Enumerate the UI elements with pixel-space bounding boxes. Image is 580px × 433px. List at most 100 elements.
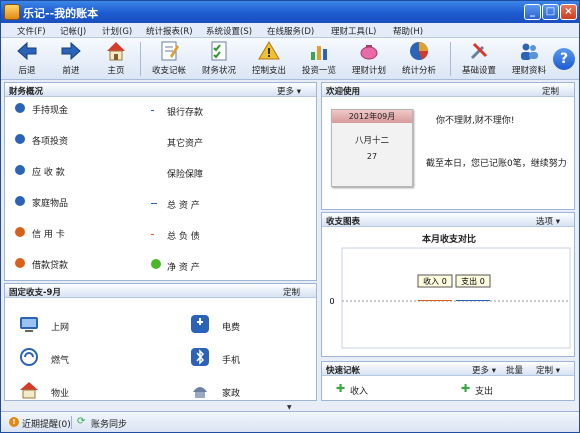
- sync-link[interactable]: 账务同步: [91, 417, 127, 430]
- checklist-icon: [211, 41, 227, 61]
- legend-income: 收入 0: [417, 274, 453, 288]
- bar-expense: [456, 300, 490, 301]
- finance-panel: 财务概况 更多 ▾ 手持现金 各项投资 应 收 款 家庭物品 信 用 卡 借款贷…: [4, 82, 317, 281]
- chart-options-link[interactable]: 选项 ▾: [536, 215, 560, 227]
- menu-tools[interactable]: 理财工具(L): [331, 25, 376, 37]
- menu-settings[interactable]: 系统设置(S): [206, 25, 252, 37]
- help-button[interactable]: ?: [553, 40, 577, 78]
- fixed-item-housekeeping[interactable]: 家政: [222, 386, 240, 399]
- menu-record[interactable]: 记帐(J): [60, 25, 86, 37]
- cash-icon: [15, 103, 25, 113]
- quick-income-button[interactable]: 收入: [350, 384, 368, 397]
- app-window: 乐记--我的账本 _ □ × 文件(F) 记帐(J) 计划(G) 统计报表(R)…: [0, 0, 580, 433]
- back-button[interactable]: 后退: [9, 40, 45, 78]
- legend-income-text: 收入 0: [423, 276, 447, 286]
- fixed-panel: 固定收支-9月 定制 上网 电费 燃气 手机 物业 家政: [4, 283, 317, 401]
- toolbar-separator: [450, 42, 451, 76]
- fixed-custom-link[interactable]: 定制: [283, 286, 300, 298]
- tools-icon: [470, 42, 488, 60]
- net-assets-icon: [151, 259, 161, 269]
- menu-plan[interactable]: 计划(G): [102, 25, 132, 37]
- credit-card-icon: [15, 227, 25, 237]
- investment-label[interactable]: 各项投资: [32, 134, 68, 147]
- menu-online[interactable]: 在线服务(D): [267, 25, 314, 37]
- income-plus-icon: ✚: [336, 382, 346, 395]
- quick-panel-title: 快速记帐: [326, 366, 361, 376]
- plan-button[interactable]: 理财计划: [347, 40, 391, 78]
- status-separator: [71, 416, 72, 429]
- resources-button[interactable]: 理财资料: [507, 40, 551, 78]
- arrow-right-icon: [61, 41, 81, 61]
- control-button[interactable]: 控制支出: [247, 40, 291, 78]
- bank-bar: [151, 110, 154, 111]
- total-debt-label: 总 负 债: [167, 232, 200, 242]
- legend-expense-text: 支出 0: [461, 276, 485, 286]
- close-button[interactable]: ×: [560, 4, 577, 20]
- sync-icon: ⟳: [77, 416, 86, 427]
- fixed-item-gas[interactable]: 燃气: [51, 353, 69, 366]
- loan-icon: [15, 258, 25, 268]
- quick-custom-link[interactable]: 定制 ▾: [536, 364, 560, 376]
- bar-income: [418, 300, 452, 301]
- finance-status-button[interactable]: 财务状况: [197, 40, 241, 78]
- toolbar-separator: [140, 42, 141, 76]
- menu-file[interactable]: 文件(F): [17, 25, 46, 37]
- housekeeping-icon: [193, 387, 207, 398]
- credit-card-label[interactable]: 信 用 卡: [32, 227, 65, 240]
- quick-batch-link[interactable]: 批量: [506, 364, 523, 376]
- menu-reports[interactable]: 统计报表(R): [146, 25, 193, 37]
- home-icon: [107, 42, 125, 61]
- calendar-lunar-date: 八月十二: [354, 136, 389, 146]
- forward-button[interactable]: 前进: [53, 40, 89, 78]
- receivable-icon: [15, 165, 25, 175]
- fixed-item-electric[interactable]: 电费: [222, 320, 240, 333]
- household-icon: [15, 196, 25, 206]
- quick-more-link[interactable]: 更多 ▾: [472, 364, 496, 376]
- window-title: 乐记--我的账本: [23, 7, 99, 20]
- household-label[interactable]: 家庭物品: [32, 196, 68, 209]
- income-expense-chart: 0 收入 0 支出 0: [329, 247, 571, 349]
- bank-label[interactable]: 银行存款: [167, 105, 203, 118]
- settings-button[interactable]: 基础设置: [457, 40, 501, 78]
- calendar-day: 27: [366, 152, 378, 161]
- fixed-panel-header: 固定收支-9月 定制: [5, 284, 316, 298]
- quick-panel-header: 快速记帐 更多 ▾ 批量 定制 ▾: [322, 362, 574, 376]
- y-tick-label: 0: [329, 297, 334, 306]
- minimize-button[interactable]: _: [524, 4, 541, 20]
- record-button[interactable]: 收支记帐: [147, 40, 191, 78]
- investment-icon: [15, 134, 25, 144]
- welcome-slogan: 你不理财,财不理你!: [436, 116, 515, 126]
- home-button[interactable]: 主页: [99, 40, 133, 78]
- finance-more-link[interactable]: 更多 ▾: [277, 85, 301, 97]
- piggy-bank-icon: [360, 45, 378, 60]
- welcome-custom-link[interactable]: 定制: [542, 85, 559, 97]
- loan-label[interactable]: 借款贷款: [32, 258, 68, 271]
- gas-icon: [20, 348, 38, 366]
- insurance-label[interactable]: 保险保障: [167, 167, 203, 180]
- fixed-item-internet[interactable]: 上网: [51, 320, 69, 333]
- collapse-arrow-icon[interactable]: ▼: [287, 404, 292, 411]
- receivable-label[interactable]: 应 收 款: [32, 165, 65, 178]
- fixed-item-phone[interactable]: 手机: [222, 353, 240, 366]
- menu-help[interactable]: 帮助(H): [393, 25, 423, 37]
- expense-plus-icon: ✚: [461, 382, 471, 395]
- maximize-button[interactable]: □: [542, 4, 559, 20]
- quick-expense-button[interactable]: 支出: [475, 384, 493, 397]
- analysis-button[interactable]: 统计分析: [397, 40, 441, 78]
- finance-panel-title: 财务概况: [9, 87, 44, 97]
- welcome-panel-header: 欢迎使用 定制: [322, 83, 574, 97]
- cash-label[interactable]: 手持现金: [32, 103, 68, 116]
- welcome-panel: 欢迎使用 定制 2012年09月 八月十二 27 你不理财,财不理你! 截至本日…: [321, 82, 575, 210]
- overview-button[interactable]: 投资一览: [297, 40, 341, 78]
- fixed-item-property[interactable]: 物业: [51, 386, 69, 399]
- reminder-icon: !: [9, 417, 19, 427]
- house-icon: [20, 382, 38, 399]
- total-assets-bar: [151, 203, 157, 204]
- reminder-link[interactable]: 近期提醒(0): [22, 417, 71, 430]
- welcome-panel-title: 欢迎使用: [326, 87, 361, 97]
- status-bar: ! 近期提醒(0) ⟳ 账务同步: [1, 411, 579, 432]
- chart-panel-header: 收支图表 选项 ▾: [322, 213, 574, 227]
- other-assets-label[interactable]: 其它资产: [167, 136, 203, 149]
- chart-panel-title: 收支图表: [326, 217, 361, 227]
- arrow-left-icon: [17, 41, 37, 61]
